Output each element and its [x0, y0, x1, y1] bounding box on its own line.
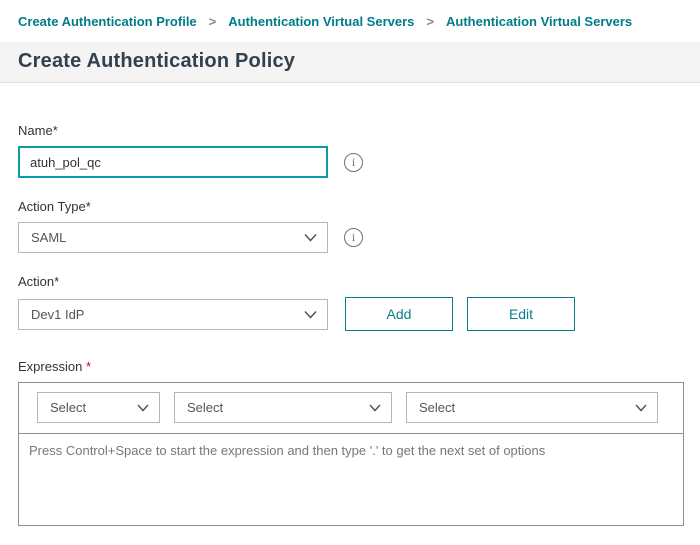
page-title: Create Authentication Policy	[18, 50, 682, 73]
name-label: Name*	[18, 123, 682, 138]
action-type-field-group: Action Type* SAML i	[18, 199, 682, 253]
edit-button[interactable]: Edit	[467, 297, 575, 331]
breadcrumb-authentication-virtual-servers-2[interactable]: Authentication Virtual Servers	[446, 14, 632, 29]
name-info-icon[interactable]: i	[344, 153, 363, 172]
name-label-text: Name	[18, 123, 53, 138]
expression-required-mark: *	[86, 359, 91, 374]
name-field-group: Name* i	[18, 123, 682, 178]
action-select[interactable]: Dev1 IdP	[18, 299, 328, 330]
expression-editor: Select Select Select	[18, 382, 684, 526]
breadcrumb-separator-icon: >	[209, 14, 217, 29]
add-button[interactable]: Add	[345, 297, 453, 331]
chevron-down-icon	[635, 404, 647, 412]
action-type-required-mark: *	[86, 199, 91, 214]
expression-select-2[interactable]: Select	[174, 392, 392, 423]
action-label: Action*	[18, 274, 682, 289]
expression-select-2-value: Select	[187, 400, 223, 415]
expression-select-row: Select Select Select	[19, 383, 683, 433]
name-input[interactable]	[18, 146, 328, 178]
breadcrumb: Create Authentication Profile > Authenti…	[0, 0, 700, 42]
action-required-mark: *	[54, 274, 59, 289]
page-header: Create Authentication Policy	[0, 42, 700, 83]
action-type-info-icon[interactable]: i	[344, 228, 363, 247]
chevron-down-icon	[137, 404, 149, 412]
name-required-mark: *	[53, 123, 58, 138]
action-field-group: Action* Dev1 IdP Add Edit	[18, 274, 682, 331]
breadcrumb-authentication-virtual-servers[interactable]: Authentication Virtual Servers	[228, 14, 414, 29]
action-label-text: Action	[18, 274, 54, 289]
action-type-select[interactable]: SAML	[18, 222, 328, 253]
create-auth-policy-page: Create Authentication Profile > Authenti…	[0, 0, 700, 526]
action-type-selected-value: SAML	[31, 230, 66, 245]
expression-textarea[interactable]: Press Control+Space to start the express…	[19, 433, 683, 525]
chevron-down-icon	[304, 310, 317, 319]
chevron-down-icon	[304, 233, 317, 242]
expression-label-text: Expression	[18, 359, 82, 374]
action-type-label: Action Type*	[18, 199, 682, 214]
expression-label: Expression *	[18, 359, 682, 374]
create-auth-policy-form: Name* i Action Type* SAML i	[0, 83, 700, 526]
breadcrumb-create-authentication-profile[interactable]: Create Authentication Profile	[18, 14, 197, 29]
breadcrumb-separator-icon: >	[426, 14, 434, 29]
expression-select-3[interactable]: Select	[406, 392, 658, 423]
action-type-label-text: Action Type	[18, 199, 86, 214]
expression-select-1-value: Select	[50, 400, 86, 415]
expression-select-1[interactable]: Select	[37, 392, 160, 423]
expression-select-3-value: Select	[419, 400, 455, 415]
chevron-down-icon	[369, 404, 381, 412]
action-selected-value: Dev1 IdP	[31, 307, 84, 322]
expression-field-group: Expression * Select Select	[18, 359, 682, 526]
